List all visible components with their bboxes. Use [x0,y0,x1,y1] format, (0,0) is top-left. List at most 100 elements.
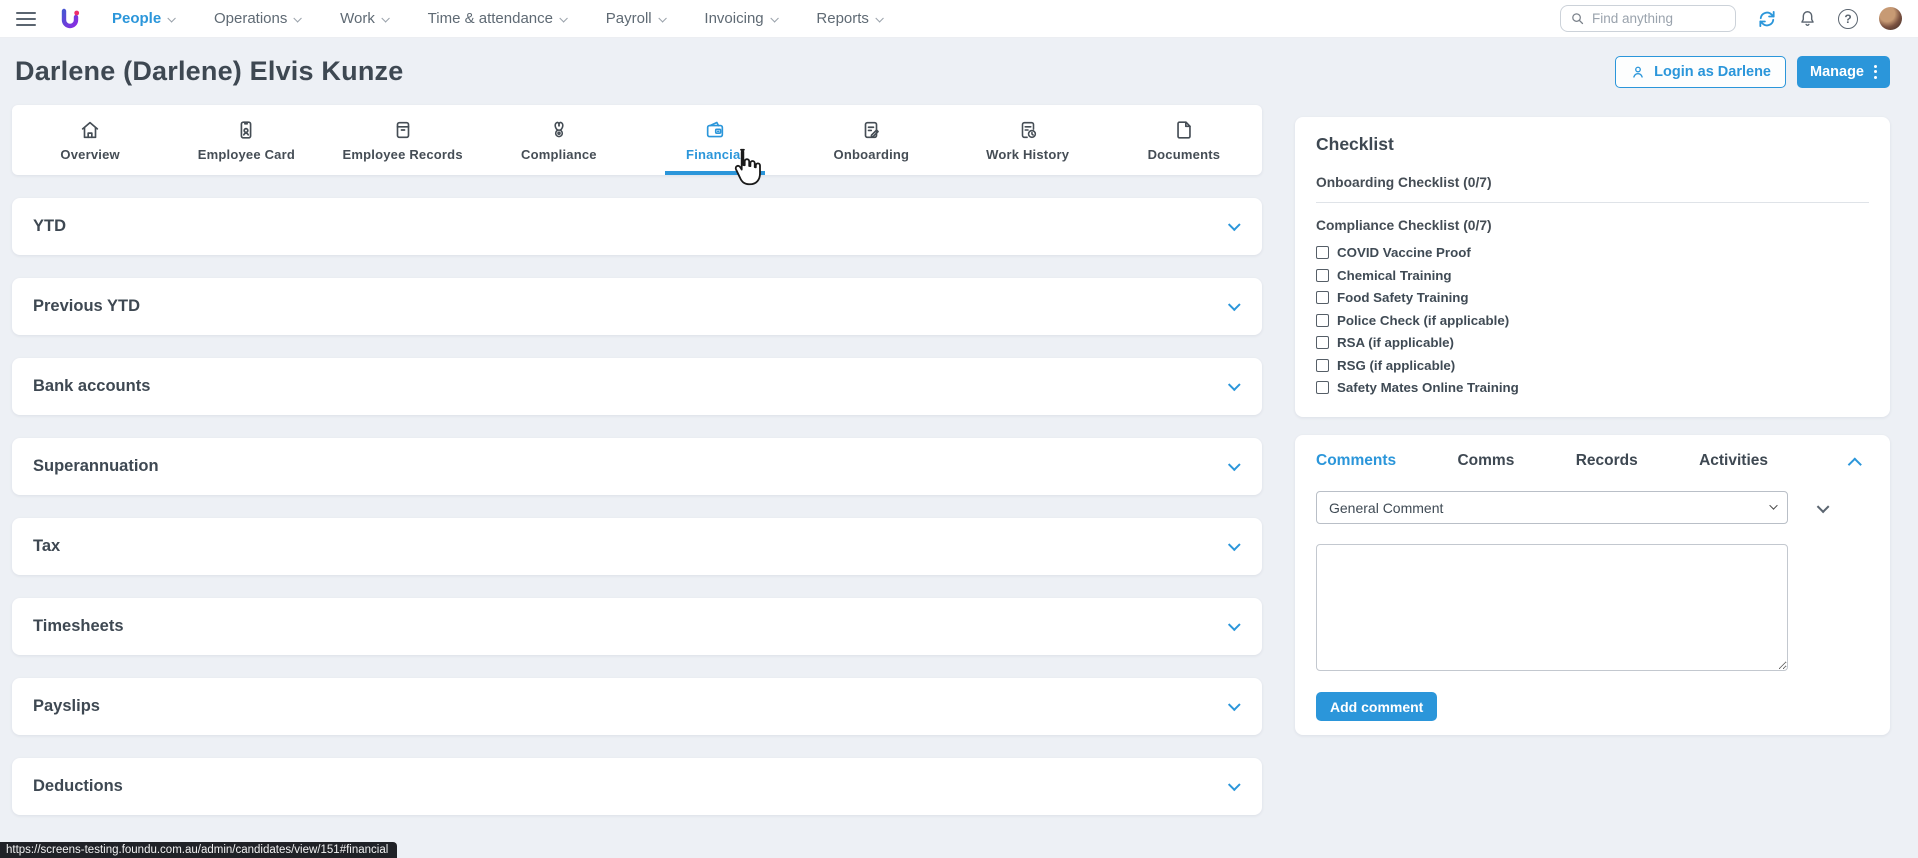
medal-icon [548,119,570,141]
page-title: Darlene (Darlene) Elvis Kunze [15,56,403,87]
employee-detail-panel: Overview Employee Card Employee Records … [12,105,1262,815]
checkbox-safety-mates-online-training[interactable] [1316,381,1329,394]
tab-compliance[interactable]: Compliance [481,105,637,175]
tab-employee-card[interactable]: Employee Card [168,105,324,175]
chevron-down-icon [560,14,568,22]
foundu-logo[interactable] [58,7,82,31]
checkbox-police-check[interactable] [1316,314,1329,327]
tab-records[interactable]: Records [1576,452,1638,470]
checkbox-covid-vaccine-proof[interactable] [1316,246,1329,259]
chevron-down-icon [1229,538,1238,556]
checklist-item: Safety Mates Online Training [1316,380,1869,395]
expand-options-button[interactable] [1818,499,1827,517]
section-previous-ytd[interactable]: Previous YTD [12,278,1262,335]
section-tax[interactable]: Tax [12,518,1262,575]
comment-textarea[interactable] [1316,544,1788,671]
checkbox-chemical-training[interactable] [1316,269,1329,282]
hamburger-menu-icon[interactable] [16,12,36,26]
section-superannuation[interactable]: Superannuation [12,438,1262,495]
nav-item-time-attendance[interactable]: Time & attendance [428,10,566,27]
nav-item-payroll[interactable]: Payroll [606,10,665,27]
chevron-down-icon [1769,502,1778,511]
main-menu: People Operations Work Time & attendance… [112,10,882,27]
chevron-down-icon [1229,778,1238,796]
comments-card: Comments Comms Records Activities Genera… [1295,435,1890,735]
collapse-panel-button[interactable] [1850,457,1860,475]
home-icon [79,119,101,141]
archive-icon [392,119,414,141]
chevron-down-icon [1229,298,1238,316]
person-icon [1630,64,1646,80]
chevron-down-icon [658,14,666,22]
section-timesheets[interactable]: Timesheets [12,598,1262,655]
comment-type-select[interactable]: General Comment [1316,491,1788,524]
document-icon [1173,119,1195,141]
checkbox-rsa[interactable] [1316,336,1329,349]
bell-icon [1798,9,1817,28]
manage-button[interactable]: Manage [1797,56,1890,88]
tab-onboarding[interactable]: Onboarding [793,105,949,175]
help-icon: ? [1838,9,1858,29]
sync-icon [1757,9,1777,29]
sync-button[interactable] [1757,9,1777,29]
page-header: Darlene (Darlene) Elvis Kunze Login as D… [0,38,1918,105]
tab-comments[interactable]: Comments [1316,452,1396,470]
checkbox-food-safety-training[interactable] [1316,291,1329,304]
login-as-button[interactable]: Login as Darlene [1615,56,1786,88]
nav-item-invoicing[interactable]: Invoicing [704,10,776,27]
checklist-title: Checklist [1316,134,1869,155]
section-bank-accounts[interactable]: Bank accounts [12,358,1262,415]
user-avatar[interactable] [1879,7,1902,30]
tab-employee-records[interactable]: Employee Records [325,105,481,175]
top-navigation-bar: People Operations Work Time & attendance… [0,0,1918,38]
document-clock-icon [1017,119,1039,141]
checkbox-rsg[interactable] [1316,359,1329,372]
search-input[interactable] [1592,11,1712,26]
checklist-item: Chemical Training [1316,268,1869,283]
chevron-down-icon [1229,378,1238,396]
checklist-item: Food Safety Training [1316,290,1869,305]
chevron-down-icon [381,14,389,22]
chevron-down-icon [770,14,778,22]
link-preview-statusbar: https://screens-testing.foundu.com.au/ad… [0,842,397,858]
tab-financial[interactable]: Financial [637,105,793,175]
chevron-down-icon [1229,218,1238,236]
checklist-item: Police Check (if applicable) [1316,313,1869,328]
nav-item-reports[interactable]: Reports [816,10,881,27]
global-search [1560,5,1736,32]
tab-documents[interactable]: Documents [1106,105,1262,175]
employee-tab-bar: Overview Employee Card Employee Records … [12,105,1262,175]
tab-comms[interactable]: Comms [1457,452,1514,470]
nav-item-people[interactable]: People [112,10,174,27]
wallet-icon [704,119,726,141]
clipboard-edit-icon [860,119,882,141]
divider [1316,202,1869,203]
notifications-button[interactable] [1798,9,1817,28]
chevron-down-icon [1817,500,1829,512]
tab-activities[interactable]: Activities [1699,452,1768,470]
chevron-down-icon [1229,698,1238,716]
checklist-item: RSG (if applicable) [1316,358,1869,373]
nav-item-operations[interactable]: Operations [214,10,300,27]
chevron-down-icon [875,14,883,22]
chevron-down-icon [1229,458,1238,476]
section-ytd[interactable]: YTD [12,198,1262,255]
chevron-down-icon [1229,618,1238,636]
tab-overview[interactable]: Overview [12,105,168,175]
onboarding-checklist-heading[interactable]: Onboarding Checklist (0/7) [1316,175,1869,190]
nav-item-work[interactable]: Work [340,10,388,27]
checklist-item: COVID Vaccine Proof [1316,245,1869,260]
sidebar-panel: Checklist Onboarding Checklist (0/7) Com… [1295,105,1890,735]
chevron-up-icon [1848,458,1862,472]
comments-tab-bar: Comments Comms Records Activities [1316,452,1768,470]
help-button[interactable]: ? [1838,9,1858,29]
section-payslips[interactable]: Payslips [12,678,1262,735]
chevron-down-icon [294,14,302,22]
compliance-checklist-heading[interactable]: Compliance Checklist (0/7) [1316,218,1869,233]
add-comment-button[interactable]: Add comment [1316,692,1437,721]
section-deductions[interactable]: Deductions [12,758,1262,815]
id-card-icon [235,119,257,141]
checklist-card: Checklist Onboarding Checklist (0/7) Com… [1295,117,1890,417]
kebab-menu-icon [1874,65,1877,79]
tab-work-history[interactable]: Work History [950,105,1106,175]
